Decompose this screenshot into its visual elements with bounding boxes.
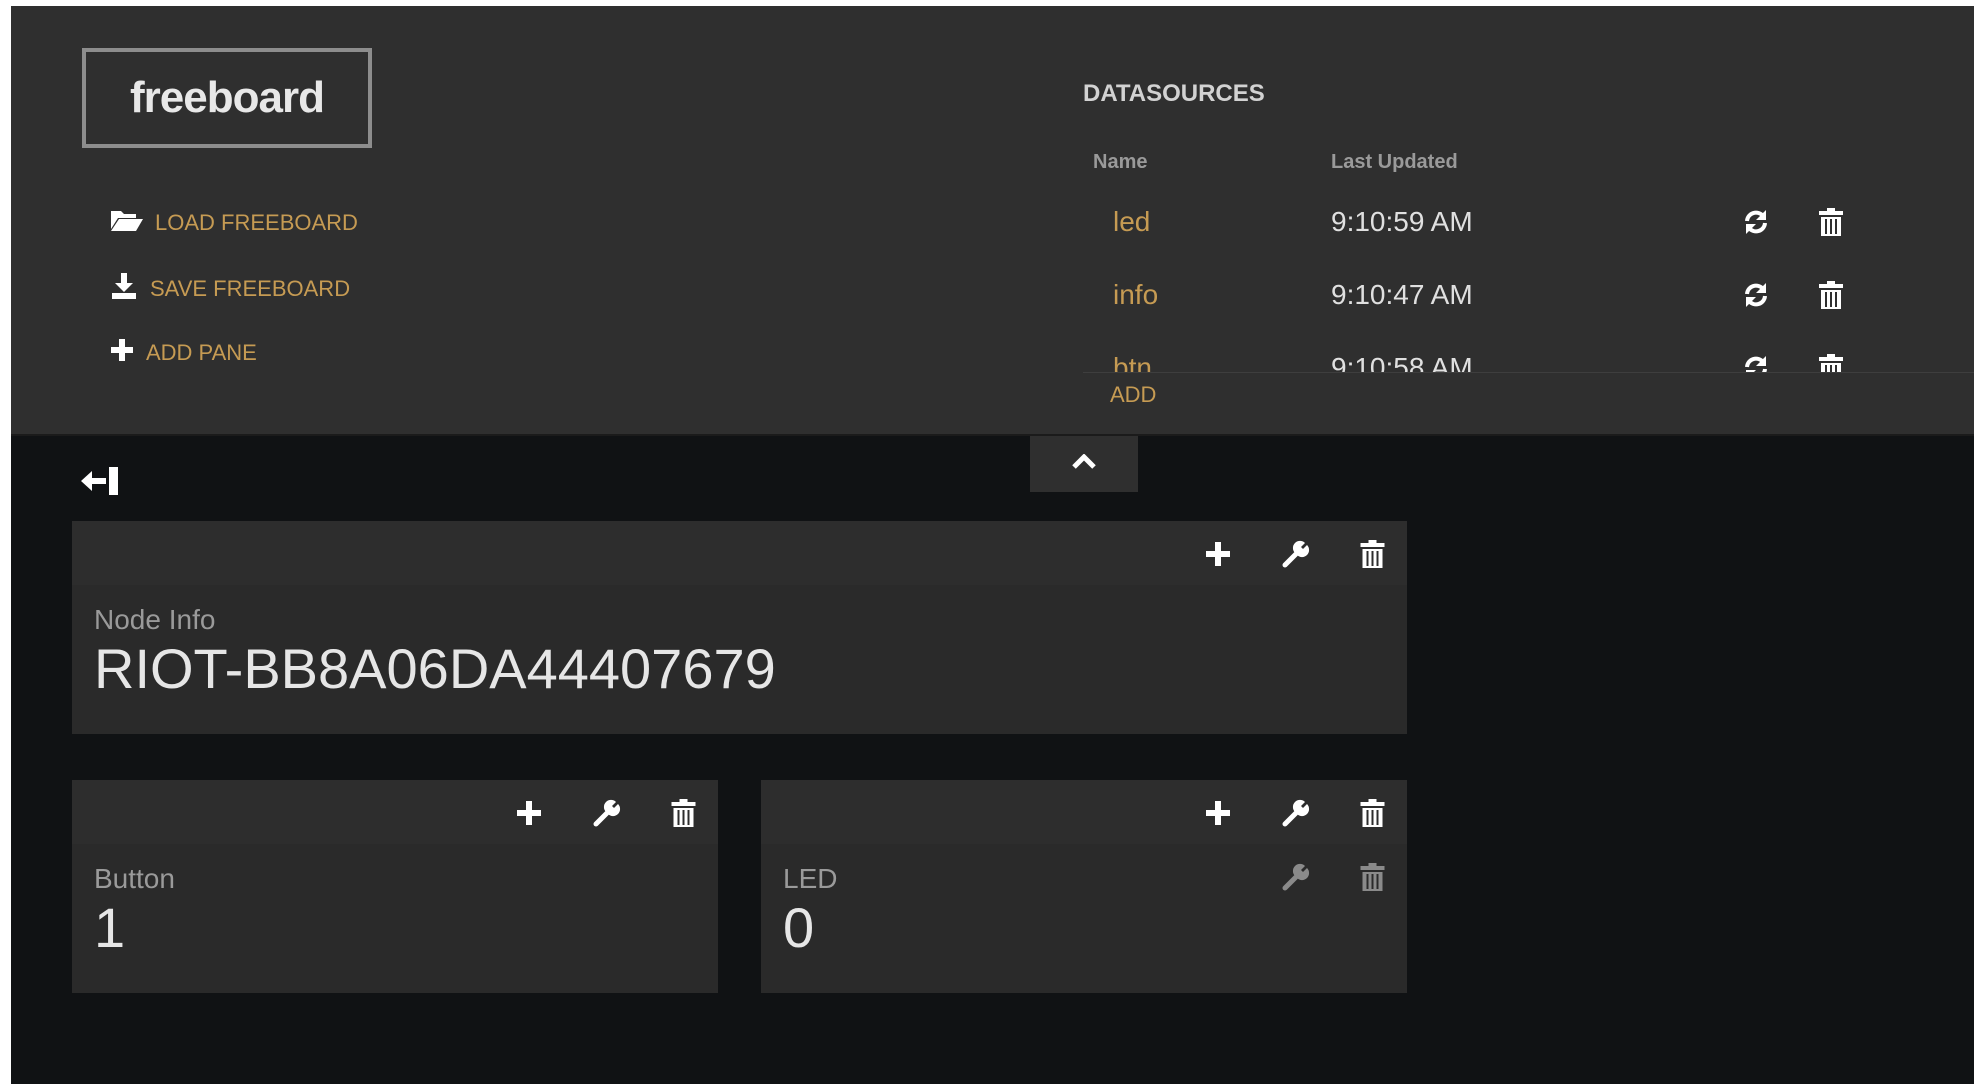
- load-freeboard-button[interactable]: LOAD FREEBOARD: [110, 208, 358, 238]
- widget-value: 0: [783, 896, 815, 959]
- trash-icon[interactable]: [1358, 862, 1387, 892]
- widget-value: RIOT-BB8A06DA44407679: [94, 637, 776, 700]
- freeboard-logo: freeboard: [82, 48, 372, 148]
- plus-icon[interactable]: [1204, 539, 1233, 569]
- plus-icon: [110, 338, 146, 368]
- trash-icon[interactable]: [1358, 539, 1387, 569]
- trash-icon[interactable]: [1818, 280, 1844, 315]
- column-header-name: Name: [1093, 151, 1148, 173]
- datasource-row: info 9:10:47 AM: [1083, 263, 1974, 336]
- widget-value: 1: [94, 896, 126, 959]
- wrench-icon[interactable]: [1281, 862, 1310, 892]
- datasource-last-updated: 9:10:47 AM: [1331, 279, 1473, 310]
- datasource-name-link[interactable]: btn: [1113, 352, 1152, 372]
- header-panel: freeboard LOAD FREEBOARD SAVE FREEBOARD: [11, 6, 1974, 436]
- download-icon: [110, 272, 150, 306]
- add-pane-label: ADD PANE: [146, 340, 257, 365]
- refresh-icon[interactable]: [1742, 208, 1770, 241]
- pane-led: LED 0: [761, 780, 1407, 993]
- pane-header: [761, 780, 1407, 844]
- wrench-icon[interactable]: [592, 798, 621, 828]
- pane-header: [72, 521, 1407, 585]
- datasource-last-updated: 9:10:59 AM: [1331, 206, 1473, 237]
- save-freeboard-button[interactable]: SAVE FREEBOARD: [110, 272, 350, 306]
- pane-node-info: Node Info RIOT-BB8A06DA44407679: [72, 521, 1407, 734]
- widget-title: Button: [94, 863, 175, 894]
- add-pane-button[interactable]: ADD PANE: [110, 338, 257, 368]
- plus-icon[interactable]: [515, 798, 544, 828]
- folder-open-icon: [110, 208, 155, 238]
- datasource-row: led 9:10:59 AM: [1083, 190, 1974, 263]
- widget-title: LED: [783, 863, 838, 894]
- pane-header: [72, 780, 718, 844]
- plus-icon[interactable]: [1204, 798, 1233, 828]
- arrow-left-bar-icon[interactable]: [79, 465, 121, 502]
- freeboard-app: freeboard LOAD FREEBOARD SAVE FREEBOARD: [11, 6, 1974, 1084]
- chevron-up-icon: [1072, 452, 1096, 475]
- load-freeboard-label: LOAD FREEBOARD: [155, 210, 358, 235]
- wrench-icon[interactable]: [1281, 539, 1310, 569]
- wrench-icon[interactable]: [1281, 798, 1310, 828]
- refresh-icon[interactable]: [1742, 354, 1770, 372]
- trash-icon[interactable]: [1818, 353, 1844, 372]
- refresh-icon[interactable]: [1742, 281, 1770, 314]
- toggle-header-button[interactable]: [1030, 436, 1138, 492]
- save-freeboard-label: SAVE FREEBOARD: [150, 276, 351, 301]
- trash-icon[interactable]: [1818, 207, 1844, 242]
- datasource-row: btn 9:10:58 AM: [1083, 336, 1974, 373]
- widget-title: Node Info: [94, 604, 216, 635]
- trash-icon[interactable]: [669, 798, 698, 828]
- datasources-title: DATASOURCES: [1083, 80, 1265, 107]
- column-header-last-updated: Last Updated: [1331, 151, 1458, 173]
- datasource-table[interactable]: led 9:10:59 AM info 9:10:47 AM btn 9:10:…: [1083, 190, 1974, 373]
- datasource-name-link[interactable]: info: [1113, 279, 1158, 311]
- datasource-last-updated: 9:10:58 AM: [1331, 352, 1473, 373]
- add-datasource-button[interactable]: ADD: [1110, 382, 1156, 408]
- trash-icon[interactable]: [1358, 798, 1387, 828]
- widget-tools: [1281, 862, 1387, 892]
- pane-button: Button 1: [72, 780, 718, 993]
- datasource-name-link[interactable]: led: [1113, 206, 1150, 238]
